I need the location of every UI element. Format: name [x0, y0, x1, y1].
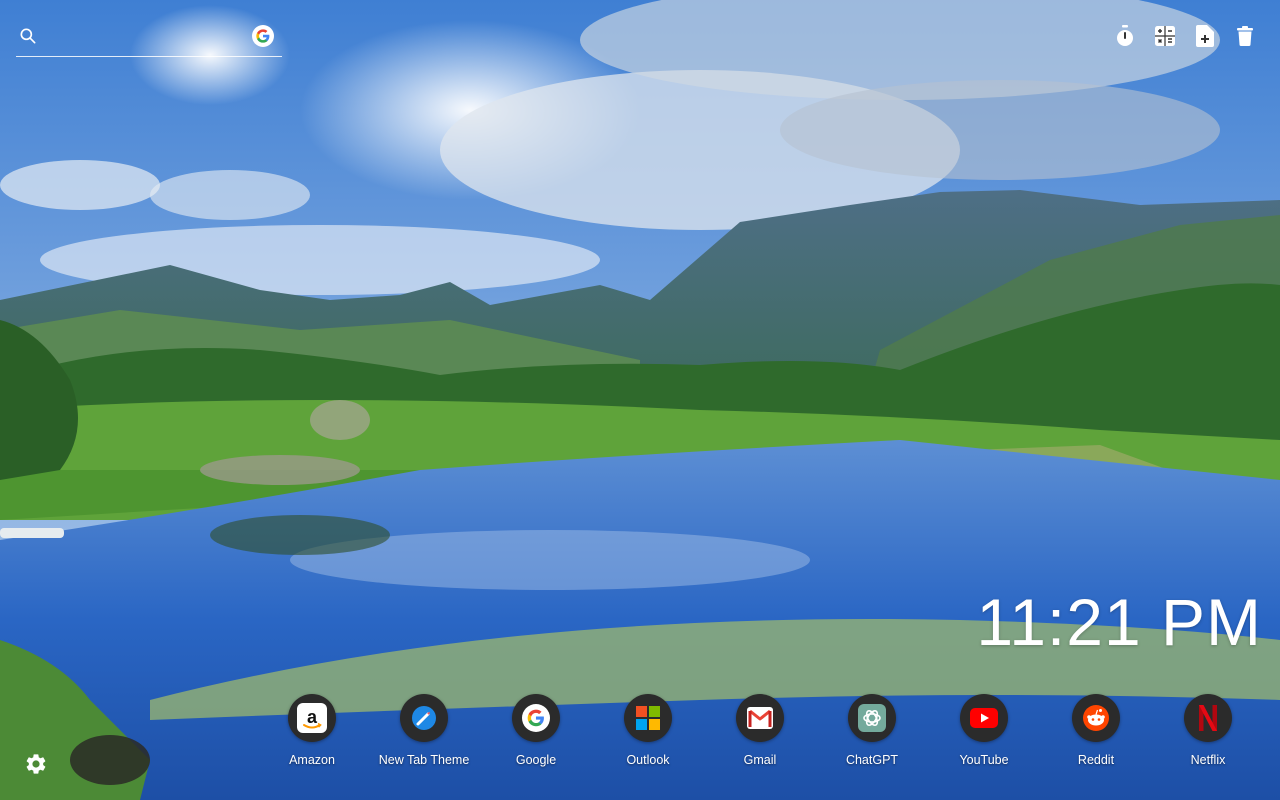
- toolbar: [1114, 24, 1256, 48]
- shortcut-label: ChatGPT: [845, 753, 899, 767]
- trash-icon[interactable]: [1234, 24, 1256, 48]
- netflix-icon: [1199, 705, 1217, 731]
- svg-text:a: a: [307, 707, 318, 727]
- new-tab-theme-icon: [412, 706, 436, 730]
- shortcut-reddit[interactable]: Reddit: [1040, 694, 1152, 767]
- clock: 11:21 PM: [976, 585, 1262, 659]
- youtube-icon: [970, 708, 998, 728]
- search-icon[interactable]: [18, 26, 38, 46]
- shortcut-youtube[interactable]: YouTube: [928, 694, 1040, 767]
- timer-icon[interactable]: [1114, 24, 1136, 48]
- calculator-icon[interactable]: [1154, 24, 1176, 48]
- shortcut-label: Google: [515, 753, 557, 767]
- shortcut-label: YouTube: [959, 753, 1009, 767]
- shortcut-label: Netflix: [1190, 753, 1226, 767]
- search-bar[interactable]: [16, 20, 282, 57]
- shortcut-label: Reddit: [1077, 753, 1115, 767]
- outlook-icon: [636, 706, 660, 730]
- add-note-icon[interactable]: [1194, 24, 1216, 48]
- shortcut-label: Outlook: [626, 753, 670, 767]
- search-input[interactable]: [38, 28, 252, 44]
- shortcut-label: Gmail: [743, 753, 777, 767]
- google-icon: [522, 704, 550, 732]
- gmail-icon: [747, 707, 773, 729]
- shortcut-netflix[interactable]: Netflix: [1152, 694, 1264, 767]
- shortcut-new-tab-theme[interactable]: New Tab Theme: [368, 694, 480, 767]
- amazon-icon: a: [297, 703, 327, 733]
- shortcut-label: Amazon: [289, 753, 335, 767]
- shortcut-amazon[interactable]: a Amazon: [256, 694, 368, 767]
- shortcut-label: New Tab Theme: [378, 753, 470, 767]
- gear-icon[interactable]: [24, 752, 48, 776]
- shortcut-outlook[interactable]: Outlook: [592, 694, 704, 767]
- shortcut-chatgpt[interactable]: ChatGPT: [816, 694, 928, 767]
- chatgpt-icon: [858, 704, 886, 732]
- background-wallpaper: [0, 0, 1280, 800]
- google-icon[interactable]: [252, 25, 274, 47]
- shortcut-google[interactable]: Google: [480, 694, 592, 767]
- reddit-icon: [1083, 705, 1109, 731]
- shortcut-gmail[interactable]: Gmail: [704, 694, 816, 767]
- shortcuts-dock: a Amazon New Tab Theme Google Outlook Gm…: [256, 694, 1264, 767]
